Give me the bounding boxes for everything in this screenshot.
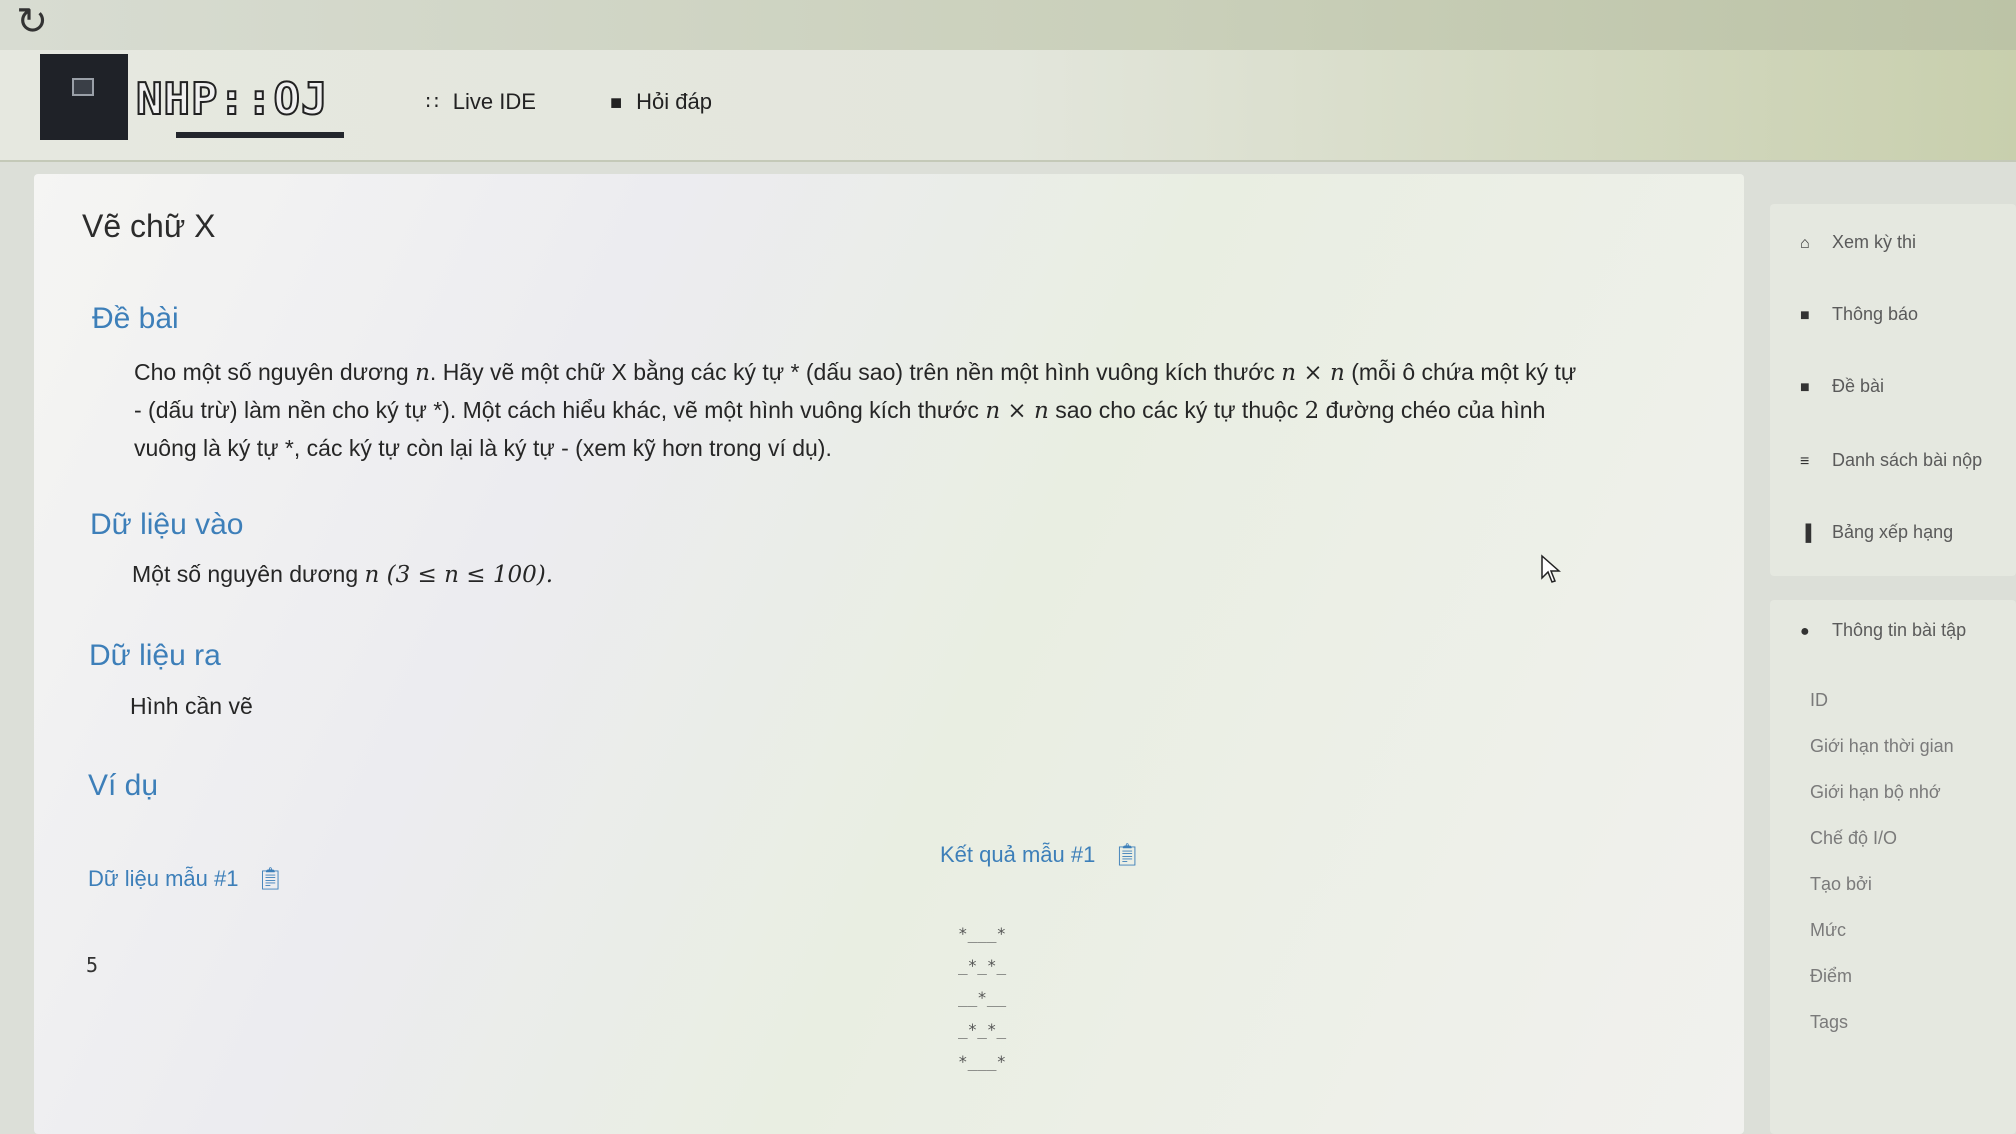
statement-line-1: Cho một số nguyên dương n. Hãy vẽ một ch… — [134, 354, 1714, 392]
statement-line-2: - (dấu trừ) làm nền cho ký tự *). Một cá… — [134, 392, 1714, 430]
mouse-cursor-icon — [1541, 554, 1561, 583]
statement-heading: Đề bài — [92, 302, 179, 335]
info-field-time-limit: Giới hạn thời gian — [1810, 736, 1954, 756]
nav-live-ide-label: Live IDE — [452, 89, 536, 114]
nav-hoi-dap-label: Hỏi đáp — [636, 89, 712, 114]
sidebar-item-xem-ky-thi[interactable]: ⌂ Xem kỳ thi — [1800, 232, 1916, 253]
info-field-author: Tạo bởi — [1810, 874, 1872, 894]
sidebar-item-bang-xep-hang[interactable]: ▐ Bảng xếp hạng — [1800, 522, 1953, 543]
math-nxn-2: n × n — [985, 398, 1049, 424]
sample-output-label-text: Kết quả mẫu #1 — [940, 842, 1096, 867]
info-field-points: Điểm — [1810, 966, 1853, 986]
input-heading: Dữ liệu vào — [90, 508, 244, 541]
clipboard-icon[interactable]: 📋︎ — [256, 866, 284, 892]
math-nxn: n × n — [1281, 360, 1345, 386]
sidebar-item-label: Danh sách bài nộp — [1832, 450, 1983, 470]
problem-card: Vẽ chữ X Đề bài Cho một số nguyên dương … — [34, 174, 1744, 1134]
sample-output-label: Kết quả mẫu #1 📋︎ — [940, 842, 1141, 868]
statement-l1a: Cho một số nguyên dương — [134, 359, 416, 385]
grid-icon: ∷ — [426, 92, 439, 114]
info-field-tags: Tags — [1810, 1012, 1849, 1032]
bar-chart-icon: ▐ — [1800, 525, 1812, 542]
statement-text: Cho một số nguyên dương n. Hãy vẽ một ch… — [134, 354, 1714, 467]
clipboard-icon[interactable]: 📋︎ — [1113, 842, 1141, 868]
sidebar-menu: ⌂ Xem kỳ thi ■ Thông báo ■ Đề bài ≡ Danh sác… — [1770, 204, 2016, 576]
home-icon: ⌂ — [1800, 235, 1810, 252]
comment-icon: ■ — [610, 92, 623, 114]
sidebar-item-label: Đề bài — [1832, 376, 1885, 396]
output-text: Hình cần vẽ — [130, 693, 253, 719]
problem-info-title: ● Thông tin bài tập — [1800, 620, 1966, 641]
info-icon: ● — [1800, 623, 1810, 640]
output-heading: Dữ liệu ra — [89, 639, 221, 672]
nav-hoi-dap[interactable]: ■ Hỏi đáp — [610, 86, 712, 118]
statement-line-3: vuông là ký tự *, các ký tự còn lại là k… — [134, 435, 832, 461]
sample-output-value: *___* _*_*_ __*__ _*_*_ *___* — [958, 924, 1007, 1071]
sidebar: ⌂ Xem kỳ thi ■ Thông báo ■ Đề bài ≡ Danh sác… — [1770, 204, 2016, 1134]
top-navbar: NHP::OJ ∷ Live IDE ■ Hỏi đáp — [0, 50, 2016, 162]
info-field-level: Mức — [1810, 920, 1847, 940]
sidebar-item-de-bai[interactable]: ■ Đề bài — [1800, 376, 1884, 397]
input-text-plain: Một số nguyên dương — [132, 561, 365, 587]
problem-info-panel: ● Thông tin bài tập ID Giới hạn thời gian… — [1770, 600, 2016, 1134]
problem-info-title-text: Thông tin bài tập — [1832, 620, 1967, 640]
problem-title: Vẽ chữ X — [82, 208, 216, 244]
statement-l1c: (mỗi ô chứa một ký tự — [1344, 359, 1577, 385]
nav-live-ide[interactable]: ∷ Live IDE — [426, 86, 536, 118]
input-text: Một số nguyên dương n (3 ≤ n ≤ 100). — [132, 556, 553, 594]
math-two: 2 — [1304, 398, 1320, 424]
statement-l1b: . Hãy vẽ một chữ X bằng các ký tự * (dấu… — [429, 359, 1282, 385]
reload-icon[interactable]: ↻ — [12, 2, 52, 42]
comment-icon: ■ — [1800, 307, 1810, 324]
example-heading: Ví dụ — [88, 769, 159, 802]
browser-toolbar: ↻ — [0, 0, 2016, 50]
sidebar-item-label: Xem kỳ thi — [1832, 232, 1917, 252]
statement-l2a: - (dấu trừ) làm nền cho ký tự *). Một cá… — [134, 397, 986, 423]
monitor-icon — [72, 78, 94, 96]
sidebar-item-danh-sach-bai-nop[interactable]: ≡ Danh sách bài nộp — [1800, 450, 1982, 471]
info-field-memory-limit: Giới hạn bộ nhớ — [1810, 782, 1941, 802]
sidebar-item-label: Thông báo — [1832, 304, 1919, 324]
math-n: n — [415, 360, 430, 386]
sidebar-item-label: Bảng xếp hạng — [1832, 522, 1954, 542]
statement-l2c: đường chéo của hình — [1319, 397, 1546, 423]
book-icon: ■ — [1800, 379, 1810, 396]
info-field-io-mode: Chế độ I/O — [1810, 828, 1898, 848]
logo-image[interactable] — [40, 54, 128, 140]
statement-l2b: sao cho các ký tự thuộc — [1048, 397, 1305, 423]
info-field-id: ID — [1810, 690, 1828, 710]
logo-underline — [176, 132, 344, 138]
list-icon: ≡ — [1800, 453, 1810, 470]
sidebar-item-thong-bao[interactable]: ■ Thông báo — [1800, 304, 1918, 325]
logo-text[interactable]: NHP::OJ — [135, 70, 328, 130]
input-math: n (3 ≤ n ≤ 100). — [364, 562, 554, 588]
sample-input-label-text: Dữ liệu mẫu #1 — [88, 866, 239, 891]
sample-input-label: Dữ liệu mẫu #1 📋︎ — [88, 866, 284, 892]
sample-input-value: 5 — [86, 953, 99, 977]
